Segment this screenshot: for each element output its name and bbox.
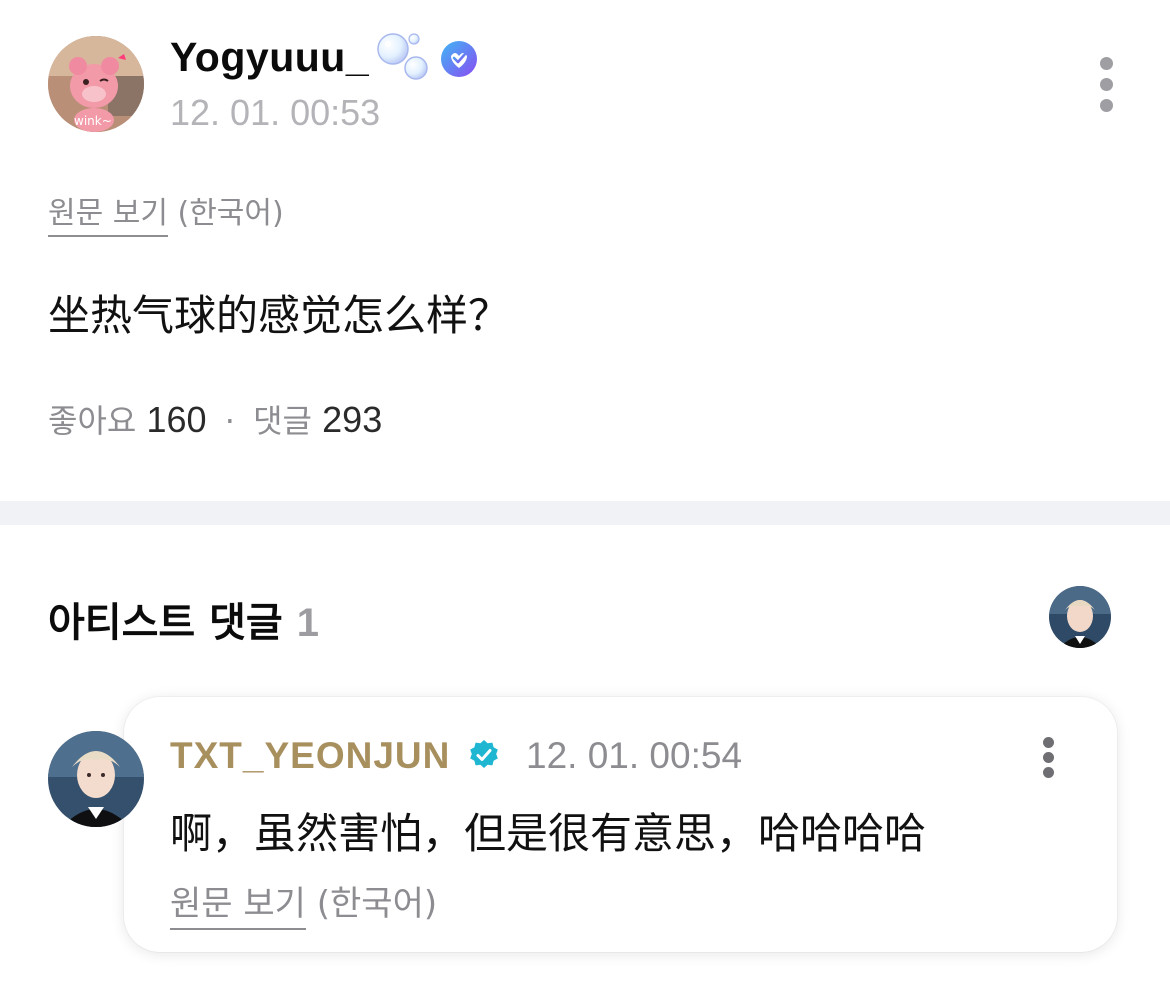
- stats-separator: ·: [224, 402, 235, 440]
- view-original-row: 원문 보기 (한국어): [48, 188, 284, 237]
- artist-comment-timestamp: 12. 01. 00:54: [526, 735, 743, 776]
- post-body-text: 坐热气球的感觉怎么样？: [48, 291, 511, 340]
- bubbles-icon: [376, 32, 432, 82]
- comments-label[interactable]: 댓글: [253, 402, 312, 440]
- artist-comments-heading: 아티스트 댓글 1: [48, 590, 319, 648]
- verified-badge-icon: [440, 40, 478, 78]
- likes-label[interactable]: 좋아요: [48, 402, 136, 440]
- avatar-caption: wink~: [74, 114, 112, 128]
- post-author-name[interactable]: Yogyuuu_: [170, 34, 369, 81]
- artist-comment-body: 啊，虽然害怕，但是很有意思，哈哈哈哈: [170, 809, 927, 858]
- comment-more-options-button[interactable]: [1034, 735, 1064, 779]
- likes-count: 160: [146, 399, 207, 440]
- post-more-options-button[interactable]: [1090, 55, 1124, 115]
- artist-comment-author[interactable]: TXT_YEONJUN: [170, 735, 450, 777]
- comment-original-language: (한국어): [316, 884, 438, 924]
- view-original-link[interactable]: 원문 보기: [48, 196, 168, 237]
- artist-comments-title: 아티스트 댓글: [48, 600, 283, 646]
- artist-comments-count: 1: [296, 601, 319, 645]
- artist-avatar[interactable]: [48, 731, 144, 827]
- post-stats: 좋아요 160 · 댓글 293: [48, 396, 382, 442]
- post-timestamp: 12. 01. 00:53: [170, 92, 381, 133]
- artist-avatar-small[interactable]: [1049, 586, 1111, 648]
- user-avatar[interactable]: wink~: [48, 36, 144, 132]
- comment-view-original-link[interactable]: 원문 보기: [170, 884, 306, 930]
- original-language: (한국어): [177, 196, 284, 231]
- comments-count: 293: [322, 399, 383, 440]
- section-divider: [0, 501, 1170, 525]
- comment-view-original-row: 원문 보기 (한국어): [170, 876, 438, 930]
- verified-check-badge-icon: [468, 739, 500, 771]
